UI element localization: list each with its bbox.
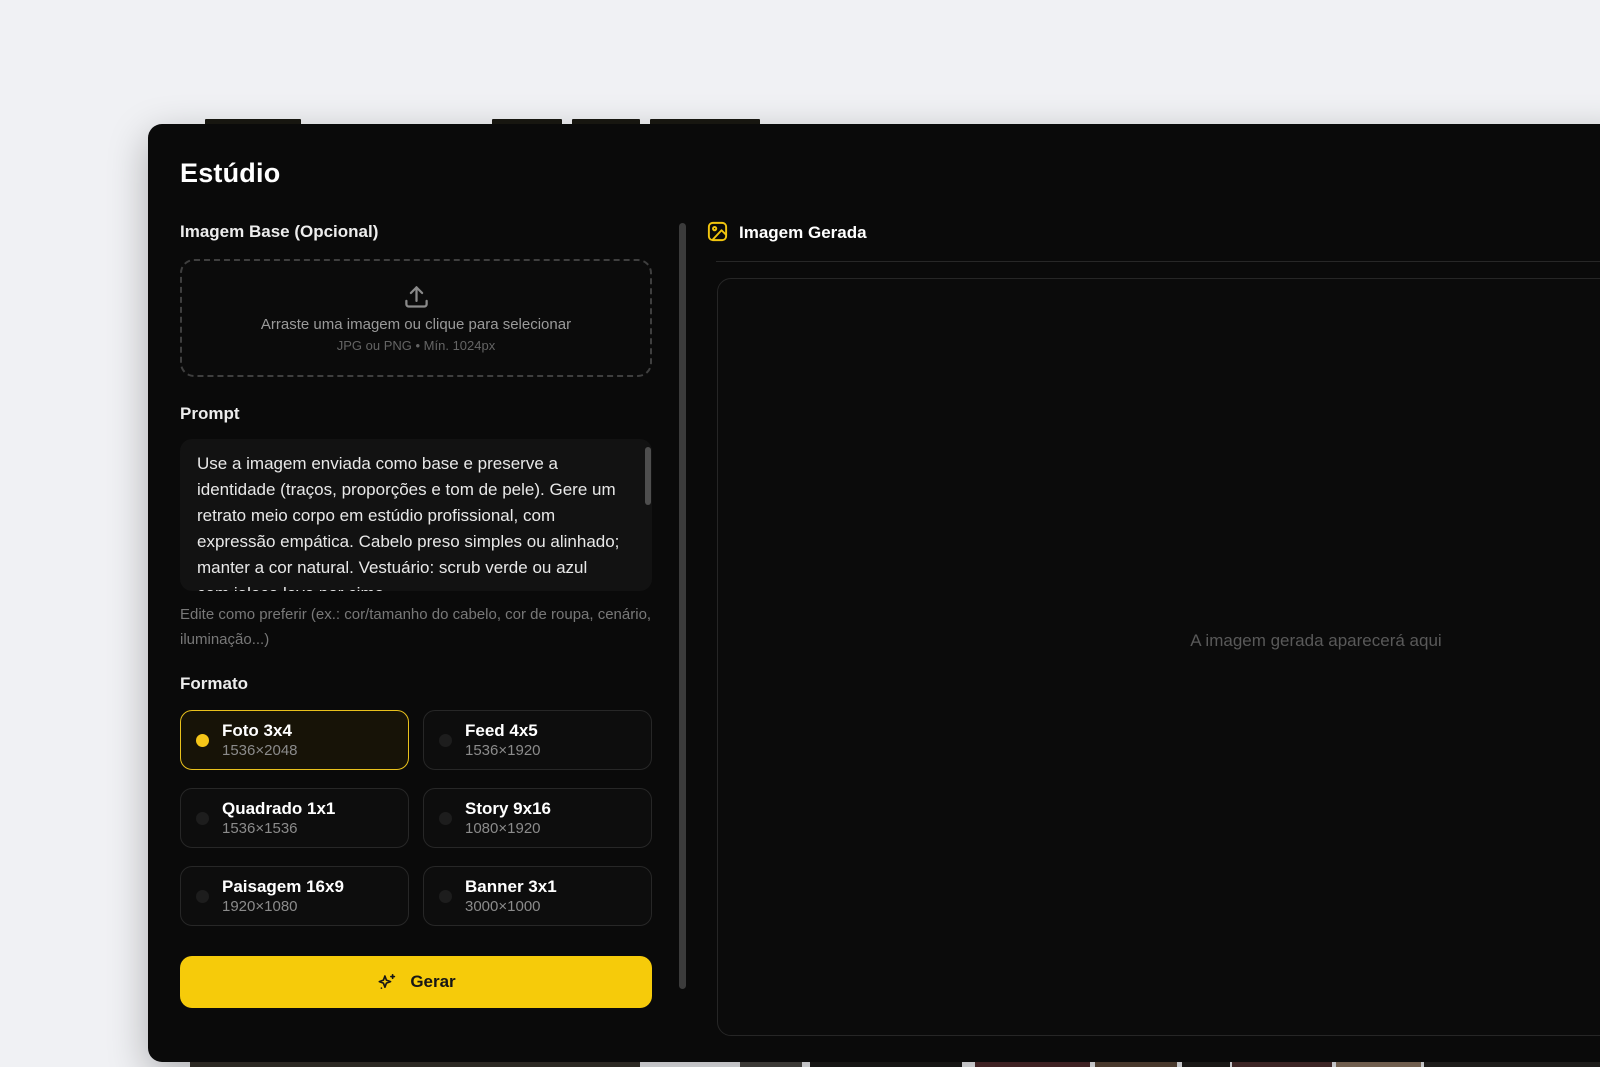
prompt-scrollbar[interactable] — [645, 447, 651, 505]
prompt-label: Prompt — [180, 404, 240, 424]
divider — [716, 261, 1600, 262]
radio-unselected-icon — [439, 734, 452, 747]
format-option-label: Foto 3x4 — [222, 720, 298, 741]
generated-image-placeholder: A imagem gerada aparecerá aqui — [1190, 631, 1441, 651]
generate-button-label: Gerar — [410, 972, 455, 992]
format-option-label: Story 9x16 — [465, 798, 551, 819]
upload-icon — [403, 284, 430, 311]
format-option-quadrado-1x1[interactable]: Quadrado 1x1 1536×1536 — [180, 788, 409, 848]
image-upload-dropzone[interactable]: Arraste uma imagem ou clique para seleci… — [180, 259, 652, 377]
format-option-story-9x16[interactable]: Story 9x16 1080×1920 — [423, 788, 652, 848]
format-option-paisagem-16x9[interactable]: Paisagem 16x9 1920×1080 — [180, 866, 409, 926]
base-image-label: Imagem Base (Opcional) — [180, 222, 378, 242]
format-option-size: 3000×1000 — [465, 898, 557, 916]
format-option-size: 1536×1536 — [222, 820, 335, 838]
studio-modal: Estúdio Imagem Base (Opcional) Arraste u… — [148, 124, 1600, 1062]
format-option-size: 1536×1920 — [465, 742, 541, 760]
radio-unselected-icon — [196, 812, 209, 825]
radio-unselected-icon — [196, 890, 209, 903]
prompt-helper-text: Edite como preferir (ex.: cor/tamanho do… — [180, 602, 652, 652]
generate-button[interactable]: Gerar — [180, 956, 652, 1008]
radio-selected-icon — [196, 734, 209, 747]
radio-unselected-icon — [439, 812, 452, 825]
format-option-label: Quadrado 1x1 — [222, 798, 335, 819]
sparkles-icon — [376, 972, 397, 993]
format-option-label: Banner 3x1 — [465, 876, 557, 897]
format-option-foto-3x4[interactable]: Foto 3x4 1536×2048 — [180, 710, 409, 770]
radio-unselected-icon — [439, 890, 452, 903]
upload-requirements: JPG ou PNG • Mín. 1024px — [337, 338, 495, 353]
format-label: Formato — [180, 674, 248, 694]
panel-scrollbar[interactable] — [679, 223, 686, 989]
format-option-size: 1080×1920 — [465, 820, 551, 838]
format-option-size: 1536×2048 — [222, 742, 298, 760]
format-option-label: Paisagem 16x9 — [222, 876, 344, 897]
format-options-grid: Foto 3x4 1536×2048 Feed 4x5 1536×1920 Qu… — [180, 710, 652, 926]
generated-image-title: Imagem Gerada — [739, 223, 867, 243]
prompt-textarea[interactable]: Use a imagem enviada como base e preserv… — [180, 439, 652, 591]
generated-image-panel: A imagem gerada aparecerá aqui — [717, 278, 1600, 1036]
format-option-size: 1920×1080 — [222, 898, 344, 916]
page-title: Estúdio — [180, 158, 280, 189]
image-icon — [706, 220, 729, 243]
format-option-feed-4x5[interactable]: Feed 4x5 1536×1920 — [423, 710, 652, 770]
upload-instruction: Arraste uma imagem ou clique para seleci… — [261, 316, 571, 333]
format-option-banner-3x1[interactable]: Banner 3x1 3000×1000 — [423, 866, 652, 926]
format-option-label: Feed 4x5 — [465, 720, 541, 741]
